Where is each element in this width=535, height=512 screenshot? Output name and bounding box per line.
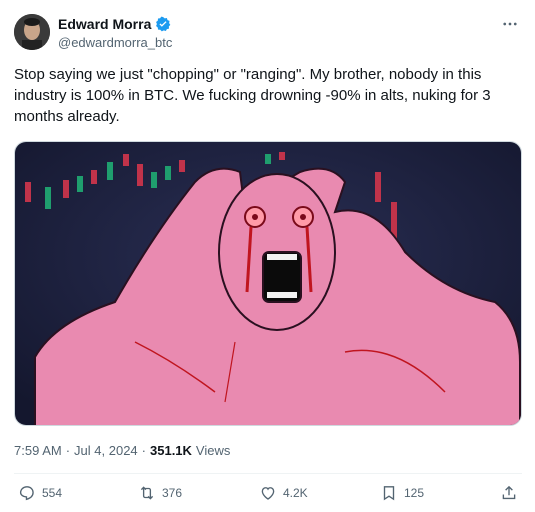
divider (14, 473, 522, 474)
like-count: 4.2K (283, 486, 308, 500)
reply-button[interactable]: 554 (18, 484, 62, 502)
avatar[interactable] (14, 14, 50, 50)
share-button[interactable] (500, 484, 518, 502)
more-options-button[interactable] (499, 14, 521, 34)
action-bar: 554 376 4.2K 125 (14, 484, 522, 506)
repost-button[interactable]: 376 (138, 484, 182, 502)
like-button[interactable]: 4.2K (259, 484, 308, 502)
author-handle[interactable]: @edwardmorra_btc (58, 35, 172, 50)
repost-count: 376 (162, 486, 183, 500)
repost-icon (140, 486, 154, 500)
meta-separator: · (141, 443, 146, 458)
bookmark-count: 125 (404, 486, 425, 500)
avatar-photo-icon (14, 14, 50, 50)
bookmark-button[interactable]: 125 (380, 484, 424, 502)
author-name[interactable]: Edward Morra (58, 16, 171, 32)
bookmark-icon (383, 486, 395, 501)
tweet-text: Stop saying we just "chopping" or "rangi… (14, 66, 491, 125)
views-label: Views (195, 443, 231, 458)
author-name-text: Edward Morra (58, 16, 152, 32)
tweet-meta: 7:59 AM · Jul 4, 2024 · 351.1K Views (14, 443, 230, 458)
verified-badge-icon (156, 16, 171, 32)
screaming-wojak-meme-image (15, 142, 521, 425)
tweet-time[interactable]: 7:59 AM (14, 443, 62, 458)
more-dots-icon (503, 22, 517, 26)
heart-icon (261, 487, 275, 500)
reply-count: 554 (42, 486, 63, 500)
reply-icon (19, 486, 34, 501)
share-icon (502, 485, 516, 500)
tweet-date[interactable]: Jul 4, 2024 (74, 443, 138, 458)
meta-separator: · (65, 443, 71, 458)
views-count[interactable]: 351.1K (150, 443, 192, 458)
tweet-media[interactable] (14, 141, 522, 426)
